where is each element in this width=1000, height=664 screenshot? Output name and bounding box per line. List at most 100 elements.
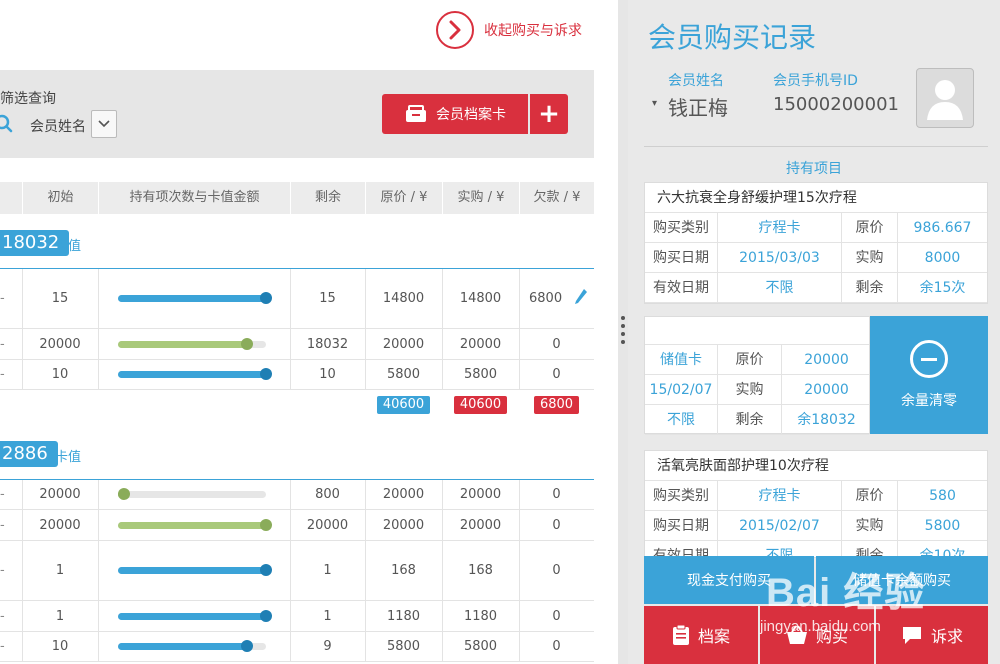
cell-remain: 15 <box>290 269 365 328</box>
info-value: 2015/03/03 <box>717 243 841 273</box>
info-value: 疗程卡 <box>717 213 841 243</box>
user-icon <box>927 80 963 120</box>
cell-paid: 20000 <box>442 329 519 359</box>
cell-remain: 10 <box>290 360 365 389</box>
cell-initial-value: 15 <box>51 291 69 306</box>
add-button[interactable]: + <box>530 94 568 134</box>
info-value: 余15次 <box>897 273 987 303</box>
progress-fill <box>118 295 266 302</box>
info-value: 15/02/07 <box>649 382 713 398</box>
watermark-url: jingyan.baidu.com <box>760 618 881 635</box>
member-name: 钱正梅 <box>668 96 728 120</box>
cell-orig-price-value: 20000 <box>382 336 425 352</box>
cell-orig-price-value: 20000 <box>382 487 425 502</box>
holding-item-card[interactable]: 六大抗衰全身舒缓护理15次疗程 购买类别 疗程卡 原价 986.667 购买日期 2015… <box>644 182 988 304</box>
progress-knob[interactable] <box>260 292 272 304</box>
info-value: 8000 <box>897 243 987 273</box>
cell-paid: 1180 <box>442 601 519 631</box>
archive-button[interactable]: 档案 <box>644 606 758 664</box>
cell-paid: 20000 <box>442 480 519 509</box>
table-row[interactable]: - 15 15 14800 14800 6800 <box>0 269 594 329</box>
cell-remain-value: 1 <box>323 563 332 578</box>
cell-orig-price-value: 1180 <box>386 608 421 624</box>
holding-item-grid: 购买类别 疗程卡 原价 986.667 购买日期 2015/03/03 实购 8000 有效日期… <box>645 213 987 303</box>
info-row: 购买日期 2015/02/07 实购 5800 <box>645 511 987 541</box>
page-title: 会员购买记录 <box>648 21 817 54</box>
cell-initial: 1 <box>22 601 98 631</box>
progress-knob[interactable] <box>260 609 272 622</box>
cell-paid-value: 1180 <box>463 608 498 624</box>
progress-knob[interactable] <box>240 337 253 350</box>
cell-orig-price: 5800 <box>365 632 442 661</box>
collapse-purchase-button[interactable]: 收起购买与诉求 <box>436 10 582 50</box>
caret-down-icon[interactable]: ▾ <box>652 98 657 109</box>
table-row[interactable]: - 10 9 5800 5800 0 <box>0 632 594 662</box>
table-row[interactable]: - 1 1 168 168 0 <box>0 541 594 601</box>
table-row[interactable]: - 20000 800 20000 20000 0 <box>0 480 594 510</box>
filter-dropdown[interactable] <box>91 110 117 138</box>
progress-knob[interactable] <box>117 488 130 500</box>
chat-bubble-icon <box>902 627 921 644</box>
progress-bar <box>118 640 266 652</box>
progress-knob[interactable] <box>260 518 272 531</box>
search-icon[interactable] <box>0 114 14 138</box>
cell-owe-value: 0 <box>552 336 561 352</box>
pane-splitter[interactable] <box>618 0 628 664</box>
column-divider <box>98 541 99 600</box>
table-row[interactable]: - 10 10 5800 5800 0 <box>0 360 594 390</box>
filter-select-value[interactable]: 会员姓名 <box>30 116 86 136</box>
cell-initial-value: 10 <box>51 367 69 382</box>
cell-orig-price: 20000 <box>365 480 442 509</box>
cell-orig-price: 1180 <box>365 601 442 631</box>
info-value: 余18032 <box>781 405 871 435</box>
cell-remain-value: 1 <box>323 608 332 624</box>
cell-owe: 0 <box>519 541 594 600</box>
info-row: 购买类别 疗程卡 原价 580 <box>645 481 987 511</box>
cell-remain-value: 9 <box>323 639 332 654</box>
info-key: 原价 <box>841 213 897 243</box>
member-card-button[interactable]: 会员档案卡 <box>382 94 528 134</box>
info-key: 原价 <box>841 481 897 511</box>
member-card-label: 会员档案卡 <box>436 107 506 123</box>
cell-remain-value: 800 <box>315 487 340 502</box>
table-header: 初始 持有项次数与卡值金额 剩余 原价 / ¥ 实购 / ¥ 欠款 / ¥ <box>0 182 594 214</box>
holding-item-title <box>645 317 869 345</box>
pencil-icon[interactable] <box>574 288 588 310</box>
column-divider <box>98 480 99 509</box>
cell-remain: 1 <box>290 541 365 600</box>
cell-paid-value: 168 <box>468 563 493 578</box>
info-row: 购买日期 2015/03/03 实购 8000 <box>645 243 987 273</box>
cell-remain: 20000 <box>290 510 365 540</box>
info-value: 580 <box>897 481 987 511</box>
progress-bar <box>118 337 266 350</box>
filter-title: 筛选查询 <box>0 91 56 107</box>
cell-paid-value: 14800 <box>459 291 502 306</box>
holding-item-card[interactable]: 活氧亮肤面部护理10次疗程 购买类别 疗程卡 原价 580 购买日期 2015/02/07… <box>644 450 988 558</box>
cell-initial-value: 20000 <box>39 517 81 533</box>
appeal-label: 诉求 <box>930 627 963 646</box>
avatar[interactable] <box>916 68 974 128</box>
table-row[interactable]: - 20000 20000 20000 20000 0 <box>0 510 594 541</box>
clear-balance-button[interactable]: 余量清零 <box>870 316 988 434</box>
cell-paid: 5800 <box>442 632 519 661</box>
info-key: 实购 <box>841 243 897 273</box>
table-row[interactable]: - 1 1 1180 1180 0 <box>0 601 594 632</box>
cell-owe: 0 <box>519 632 594 661</box>
cell-owe: 0 <box>519 510 594 540</box>
group-type: 卡值 <box>55 239 82 254</box>
info-value: 20000 <box>781 345 871 375</box>
holding-item-card[interactable]: 储值卡 原价 20000 15/02/07 实购 20000 不限 剩余 余18032 <box>644 316 871 435</box>
progress-knob[interactable] <box>260 564 272 576</box>
progress-fill <box>118 612 266 620</box>
cell-owe-value: 6800 <box>529 291 563 306</box>
table-row[interactable]: - 20000 18032 20000 20000 0 <box>0 329 594 360</box>
cell-orig-price: 168 <box>365 541 442 600</box>
group-badge[interactable]: 2886 <box>0 441 58 467</box>
col-header-holdings: 持有项次数与卡值金额 <box>98 182 290 214</box>
member-phone-label: 会员手机号ID <box>773 73 858 89</box>
cell-remain-value: 20000 <box>306 517 349 533</box>
progress-knob[interactable] <box>240 640 253 652</box>
filter-bar: 筛选查询 会员姓名 会员档案卡 + <box>0 70 594 158</box>
progress-knob[interactable] <box>260 368 272 380</box>
col-header-owe: 欠款 / ¥ <box>519 182 594 214</box>
